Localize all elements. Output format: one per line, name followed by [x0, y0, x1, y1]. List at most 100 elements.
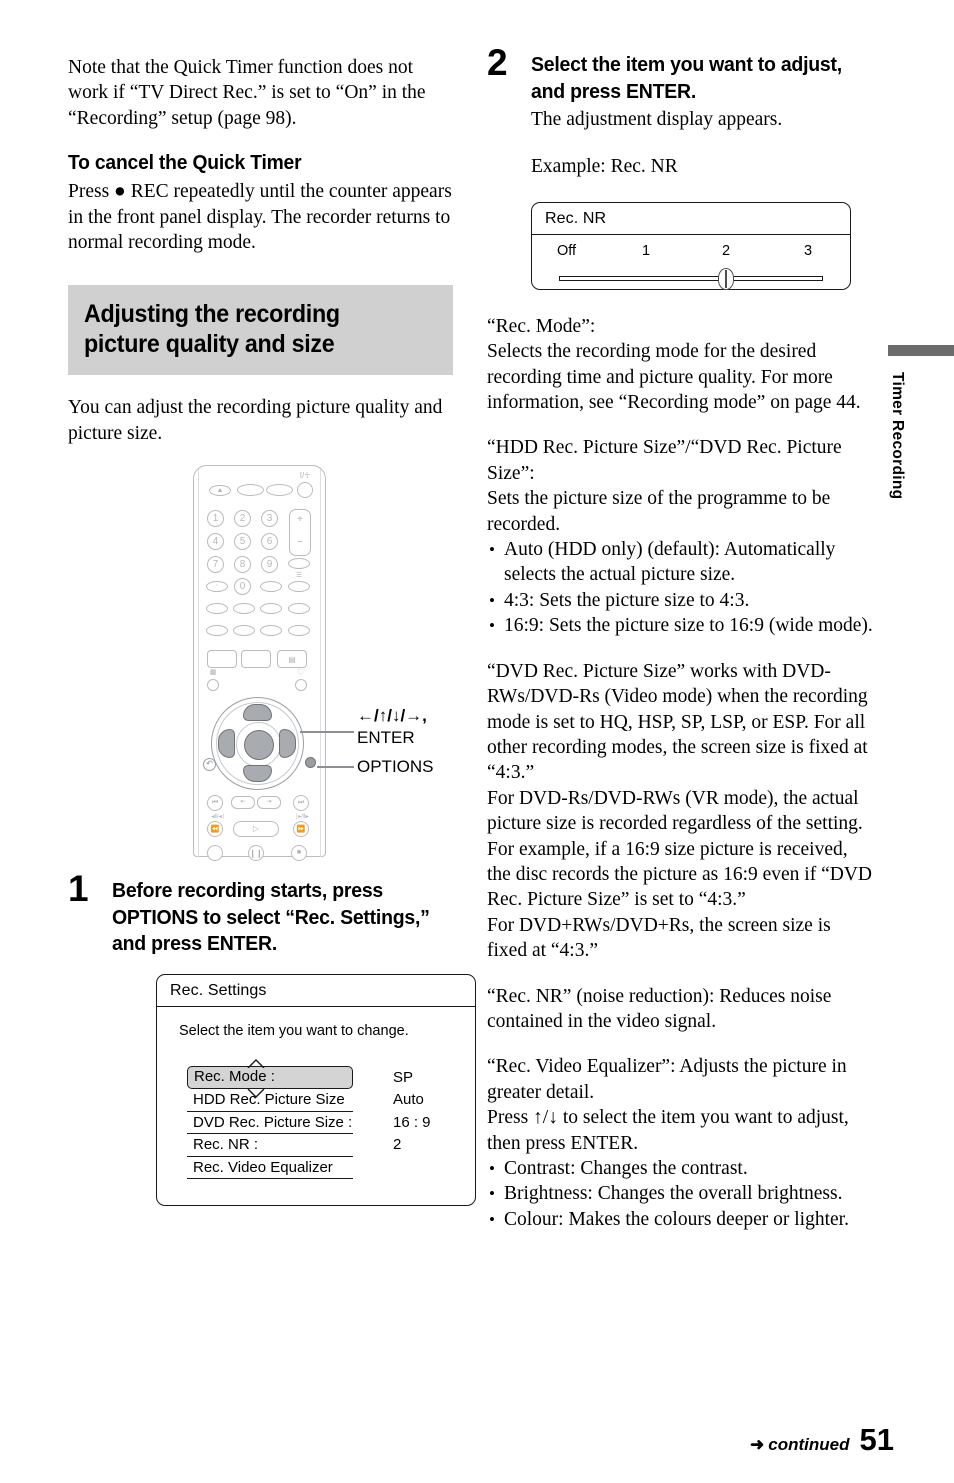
rec-settings-label: DVD Rec. Picture Size : — [187, 1112, 353, 1134]
page-number: 51 — [859, 1422, 894, 1457]
rec-settings-row-video-equalizer[interactable]: Rec. Video Equalizer — [187, 1157, 475, 1179]
side-tab: Timer Recording — [888, 345, 954, 499]
channel-button — [288, 558, 310, 569]
display-button — [207, 679, 219, 691]
step-1-number: 1 — [68, 868, 89, 909]
right-column: 2 Select the item you want to adjust, an… — [487, 44, 875, 1233]
rec-settings-row-hdd-picture-size[interactable]: HDD Rec. Picture Size : Auto — [187, 1089, 475, 1131]
bullet-auto: Auto (HDD only) (default): Automatically… — [487, 537, 875, 588]
rec-nr-tick-off: Off — [557, 242, 577, 259]
number-1-button: 1 — [207, 510, 224, 527]
number-9-button: 9 — [261, 556, 278, 573]
rec-settings-dialog: Rec. Settings Select the item you want t… — [156, 973, 476, 1206]
number-3-button: 3 — [261, 510, 278, 527]
rec-nr-slider-knob[interactable] — [718, 267, 734, 290]
rec-settings-label: Rec. Video Equalizer — [187, 1157, 353, 1179]
rec-nr-tick-2: 2 — [722, 242, 731, 259]
frame-forward-label: ∣▸/‖▸ — [295, 814, 309, 820]
options-callout-line — [317, 766, 354, 768]
rec-settings-label: Rec. Mode : — [187, 1066, 353, 1090]
text-icon: ☰ — [295, 572, 303, 579]
rec-nr-dialog: Rec. NR Off 1 2 3 — [531, 201, 851, 290]
number-5-button: 5 — [234, 533, 251, 550]
step-1: 1 Before recording starts, press OPTIONS… — [68, 870, 476, 1206]
options-callout-label: OPTIONS — [357, 757, 434, 776]
rec-nr-scale: Off 1 2 3 — [532, 235, 850, 265]
step-2-body: The adjustment display appears. — [531, 109, 783, 130]
rec-settings-instruction: Select the item you want to change. — [179, 1022, 409, 1039]
number-7-button: 7 — [207, 556, 224, 573]
text-button — [288, 581, 310, 592]
play-icon: ▷ — [252, 824, 260, 833]
rec-settings-list: Rec. Mode : SP HDD Rec. Picture Size : A… — [157, 1058, 475, 1179]
fast-forward-icon: ⏩ — [296, 826, 306, 833]
section-intro: You can adjust the recording picture qua… — [68, 397, 443, 444]
enter-number-button — [260, 581, 282, 592]
slow-forward-icon: ⇥ — [266, 799, 272, 805]
number-8-button: 8 — [234, 556, 251, 573]
step-1-title: Before recording starts, press OPTIONS t… — [112, 879, 430, 955]
equalizer-bullets: Contrast: Changes the contrast. Brightne… — [487, 1156, 875, 1233]
timer-button — [207, 650, 237, 668]
rec-nr-slider-track[interactable] — [559, 275, 823, 281]
picture-size-description: Sets the picture size of the programme t… — [487, 488, 831, 535]
dvd-paragraph-3: For DVD+RWs/DVD+Rs, the screen size is f… — [487, 914, 831, 962]
rewind-icon: ⏪ — [210, 826, 220, 833]
rec-settings-row-dvd-picture-size[interactable]: DVD Rec. Picture Size : 16 : 9 — [187, 1112, 475, 1134]
rec-settings-dialog-title: Rec. Settings — [157, 975, 475, 1007]
prev-icon: ⏮ — [211, 799, 219, 806]
remote-control-illustration: ▲ I/☥ 1 2 3 4 5 6 7 8 9 ◦ 0 ☰ + − ▤ ▦ ♡ … — [193, 465, 326, 861]
record-button — [207, 845, 223, 861]
equalizer-paragraph-2: Press ↑/↓ to select the item you want to… — [487, 1107, 849, 1154]
menu-icon: ▤ — [288, 655, 296, 664]
continued-label: continued — [768, 1435, 850, 1454]
rec-settings-value: Auto — [393, 1091, 424, 1108]
rec-mode-description: Selects the recording mode for the desir… — [487, 341, 861, 414]
next-icon: ⏭ — [297, 799, 305, 806]
dpad-callout-arrows: ←/↑/↓/→, — [357, 706, 427, 725]
picture-size-heading: “HDD Rec. Picture Size”/“DVD Rec. Pictur… — [487, 437, 842, 484]
step-2-number: 2 — [487, 42, 508, 83]
number-2-button: 2 — [234, 510, 251, 527]
number-6-button: 6 — [261, 533, 278, 550]
options-button — [305, 757, 316, 768]
rec-settings-row-rec-nr[interactable]: Rec. NR : 2 — [187, 1134, 475, 1157]
display-icon: ▦ — [209, 669, 217, 676]
section-title: Adjusting the recording picture quality … — [84, 300, 340, 359]
power-button — [297, 482, 313, 498]
bullet-brightness: Brightness: Changes the overall brightne… — [487, 1181, 875, 1207]
rec-settings-label: HDD Rec. Picture Size : — [187, 1089, 353, 1131]
function-button-7 — [260, 625, 282, 636]
manual-page: Note that the Quick Timer function does … — [0, 0, 954, 1483]
volume-up-icon: + — [297, 514, 303, 525]
pause-icon: ❙❙ — [249, 849, 263, 858]
rec-mode-heading: “Rec. Mode”: — [487, 315, 596, 337]
dpad-up-button — [243, 704, 272, 721]
function-button-1 — [206, 603, 228, 614]
eject-icon: ▲ — [216, 487, 224, 494]
dpad-ring — [211, 697, 304, 790]
dvd-paragraph-2: For DVD-Rs/DVD-RWs (VR mode), the actual… — [487, 787, 872, 911]
rec-settings-value: 16 : 9 — [393, 1113, 431, 1131]
function-button-6 — [233, 625, 255, 636]
section-banner: Adjusting the recording picture quality … — [68, 285, 453, 376]
number-0-button: 0 — [234, 578, 251, 595]
volume-down-icon: − — [297, 537, 303, 548]
rec-settings-row-rec-mode[interactable]: Rec. Mode : SP — [187, 1058, 475, 1098]
continued-arrow-icon: ➜ — [750, 1435, 765, 1454]
step-2: 2 Select the item you want to adjust, an… — [487, 44, 875, 290]
clear-icon: ◦ — [215, 583, 219, 589]
rec-settings-dialog-body: Select the item you want to change. Rec.… — [157, 1007, 475, 1179]
favorites-button — [295, 679, 307, 691]
input-select-button — [237, 484, 264, 496]
heart-icon: ♡ — [296, 667, 306, 677]
equalizer-paragraph-1: “Rec. Video Equalizer”: Adjusts the pict… — [487, 1056, 847, 1103]
title-list-button — [241, 650, 271, 668]
left-column: Note that the Quick Timer function does … — [68, 55, 453, 466]
slow-reverse-icon: ⇤ — [240, 799, 246, 805]
bullet-contrast: Contrast: Changes the contrast. — [487, 1156, 875, 1182]
rec-settings-value: 2 — [393, 1136, 402, 1153]
rec-nr-dialog-body: Off 1 2 3 — [532, 235, 850, 290]
frame-reverse-label: ◂‖/◂∣ — [211, 814, 225, 820]
dpad-left-button — [218, 729, 235, 758]
